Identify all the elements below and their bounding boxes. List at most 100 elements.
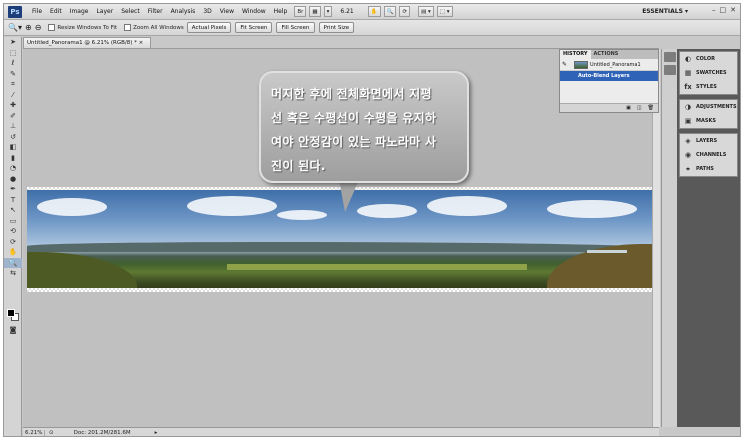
quick-select-tool-icon[interactable]: ✎ [4,69,22,80]
history-snapshot[interactable]: ✎ Untitled_Panorama1 [560,59,658,71]
close-icon[interactable]: ✕ [730,6,736,14]
adjustments-icon: ◑ [684,103,692,111]
zoom-all-checkbox[interactable] [124,24,132,31]
menu-image[interactable]: Image [66,4,93,20]
rotate-view-icon[interactable]: ⟳ [399,6,411,17]
history-panel-tabs: HISTORY ACTIONS [560,50,658,59]
menu-window[interactable]: Window [238,4,270,20]
menu-layer[interactable]: Layer [92,4,117,20]
new-snapshot-icon[interactable]: ◫ [637,105,642,111]
mini-bridge-icon[interactable]: ▦ [309,6,321,17]
view-extras-icon[interactable]: ▾ [323,6,333,17]
tab-actions[interactable]: ACTIONS [591,50,622,59]
dodge-tool-icon[interactable]: ● [4,174,22,185]
zoom-in-icon[interactable]: ⊕ [25,23,32,32]
marquee-tool-icon[interactable]: ⬚ [4,48,22,59]
zoom-tool-preset-icon[interactable]: 🔍▾ [8,23,22,32]
clone-stamp-tool-icon[interactable]: ⊥ [4,121,22,132]
layers-icon: ◈ [685,137,691,145]
dock-adjustments[interactable]: ◑ ADJUSTMENTS [680,100,737,114]
zoom-tool-panel-icon[interactable]: 🔍 [4,257,22,268]
path-selection-tool-icon[interactable]: ↖ [4,205,22,216]
eyedropper-tool-icon[interactable]: ⁄ [4,90,22,101]
healing-brush-tool-icon[interactable]: ✚ [4,100,22,111]
callout-line-3: 여야 안정감이 있는 파노라마 사 [271,135,437,149]
foreground-color[interactable] [7,309,15,317]
zoom-tool-icon[interactable]: 🔍 [383,6,397,17]
workspace-switcher[interactable]: ESSENTIALS ▾ [642,4,688,20]
actual-pixels-button[interactable]: Actual Pixels [186,22,232,33]
menu-analysis[interactable]: Analysis [167,4,200,20]
dock-styles[interactable]: fx STYLES [680,80,737,94]
photoshop-window: Ps File Edit Image Layer Select Filter A… [3,3,741,437]
3d-rotate-tool-icon[interactable]: ⟲ [4,226,22,237]
blur-tool-icon[interactable]: ◔ [4,163,22,174]
eraser-tool-icon[interactable]: ◧ [4,142,22,153]
zoom-all-label: Zoom All Windows [133,24,184,31]
status-menu-icon[interactable]: ▸ [155,430,158,436]
maximize-icon[interactable]: □ [720,6,727,14]
history-brush-tool-icon[interactable]: ↺ [4,132,22,143]
menu-help[interactable]: Help [270,4,292,20]
paths-icon: ⌖ [686,164,690,173]
brush-tool-icon[interactable]: ✐ [4,111,22,122]
snapshot-thumbnail [574,60,589,69]
fill-screen-button[interactable]: Fill Screen [276,22,315,33]
swap-colors-icon[interactable]: ⇆ [4,268,22,279]
fit-screen-button[interactable]: Fit Screen [235,22,273,33]
gradient-tool-icon[interactable]: ▮ [4,153,22,164]
lasso-tool-icon[interactable]: ℓ [4,58,22,69]
history-panel-icon[interactable] [664,52,676,62]
menu-view[interactable]: View [216,4,238,20]
hand-tool-icon[interactable]: ✋ [367,6,381,17]
hand-tool-panel-icon[interactable]: ✋ [4,247,22,258]
move-tool-icon[interactable]: ➤ [4,37,22,48]
callout-line-4: 진이 된다. [271,159,326,173]
zoom-level-display[interactable]: 6.21 [340,8,353,15]
3d-orbit-tool-icon[interactable]: ⟳ [4,237,22,248]
trash-icon[interactable]: 🗑 [648,105,654,111]
menu-select[interactable]: Select [117,4,144,20]
dock-color[interactable]: ◐ COLOR [680,52,737,66]
history-state-selected[interactable]: Auto-Blend Layers [560,71,658,81]
dock-swatches[interactable]: ▦ SWATCHES [680,66,737,80]
print-size-button[interactable]: Print Size [318,22,355,33]
color-icon: ◐ [684,55,692,63]
collapsed-panel-strip [661,49,677,427]
minimize-icon[interactable]: – [712,6,716,14]
document-tab[interactable]: Untitled_Panorama1 @ 6.21% (RGB/8) * × [23,37,151,48]
arrange-documents-icon[interactable]: ▤ ▾ [418,6,434,17]
type-tool-icon[interactable]: T [4,195,22,206]
actions-panel-icon[interactable] [664,65,676,75]
resize-windows-label: Resize Windows To Fit [57,24,118,31]
menu-3d[interactable]: 3D [199,4,215,20]
snapshot-brush-icon[interactable]: ✎ [562,61,567,68]
dock-channels[interactable]: ◉ CHANNELS [680,148,737,162]
history-panel: HISTORY ACTIONS ✎ Untitled_Panorama1 Aut… [559,49,659,113]
shape-tool-icon[interactable]: ▭ [4,216,22,227]
bridge-icon[interactable]: Br [294,6,307,17]
menu-file[interactable]: File [28,4,46,20]
resize-windows-checkbox[interactable] [48,24,56,31]
quick-mask-icon[interactable]: ◙ [4,325,22,336]
crop-tool-icon[interactable]: ⌗ [4,79,22,90]
dock-masks[interactable]: ▣ MASKS [680,114,737,128]
tab-history[interactable]: HISTORY [560,50,591,59]
masks-icon: ▣ [684,117,692,125]
menu-edit[interactable]: Edit [46,4,66,20]
status-info-icon[interactable]: ⊙ [49,430,54,436]
new-document-icon[interactable]: ▣ [626,105,631,111]
dock-layers[interactable]: ◈ LAYERS [680,134,737,148]
menu-bar: Ps File Edit Image Layer Select Filter A… [4,4,740,20]
color-swatches[interactable] [7,309,19,321]
callout-bubble: 머지한 후에 전체화면에서 지평 선 혹은 수평선이 수평을 유지하 여야 안정… [259,71,469,183]
zoom-out-icon[interactable]: ⊖ [35,23,42,32]
menu-filter[interactable]: Filter [144,4,167,20]
pen-tool-icon[interactable]: ✒ [4,184,22,195]
status-zoom[interactable]: 6.21% [23,429,45,436]
dock-paths[interactable]: ⌖ PATHS [680,162,737,176]
snapshot-label: Untitled_Panorama1 [590,61,641,68]
screen-mode-icon[interactable]: ⬚ ▾ [436,6,453,17]
history-footer: ▣ ◫ 🗑 [560,103,658,112]
swatches-icon: ▦ [684,69,692,77]
